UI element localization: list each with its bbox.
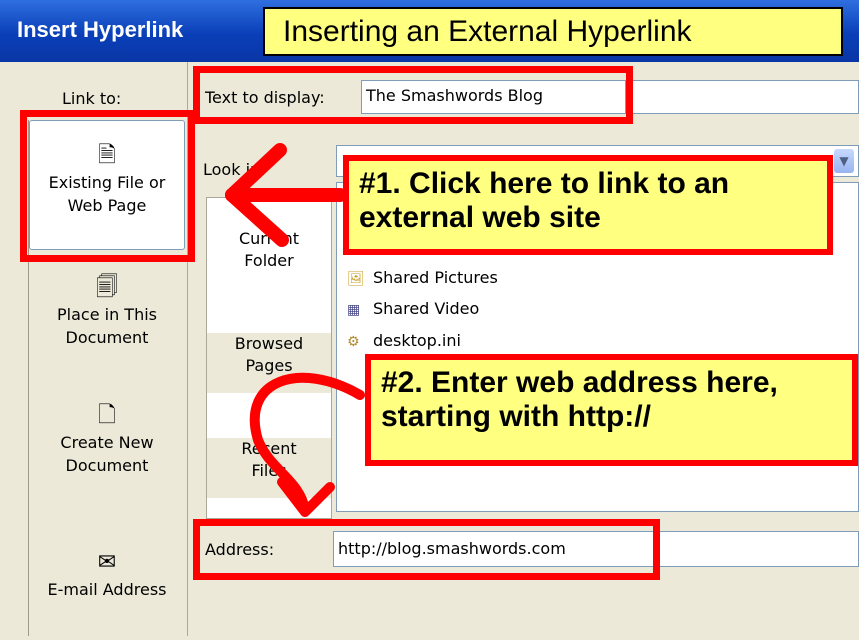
arrow-to-address (249, 372, 365, 515)
annotation-arrows (225, 143, 365, 517)
